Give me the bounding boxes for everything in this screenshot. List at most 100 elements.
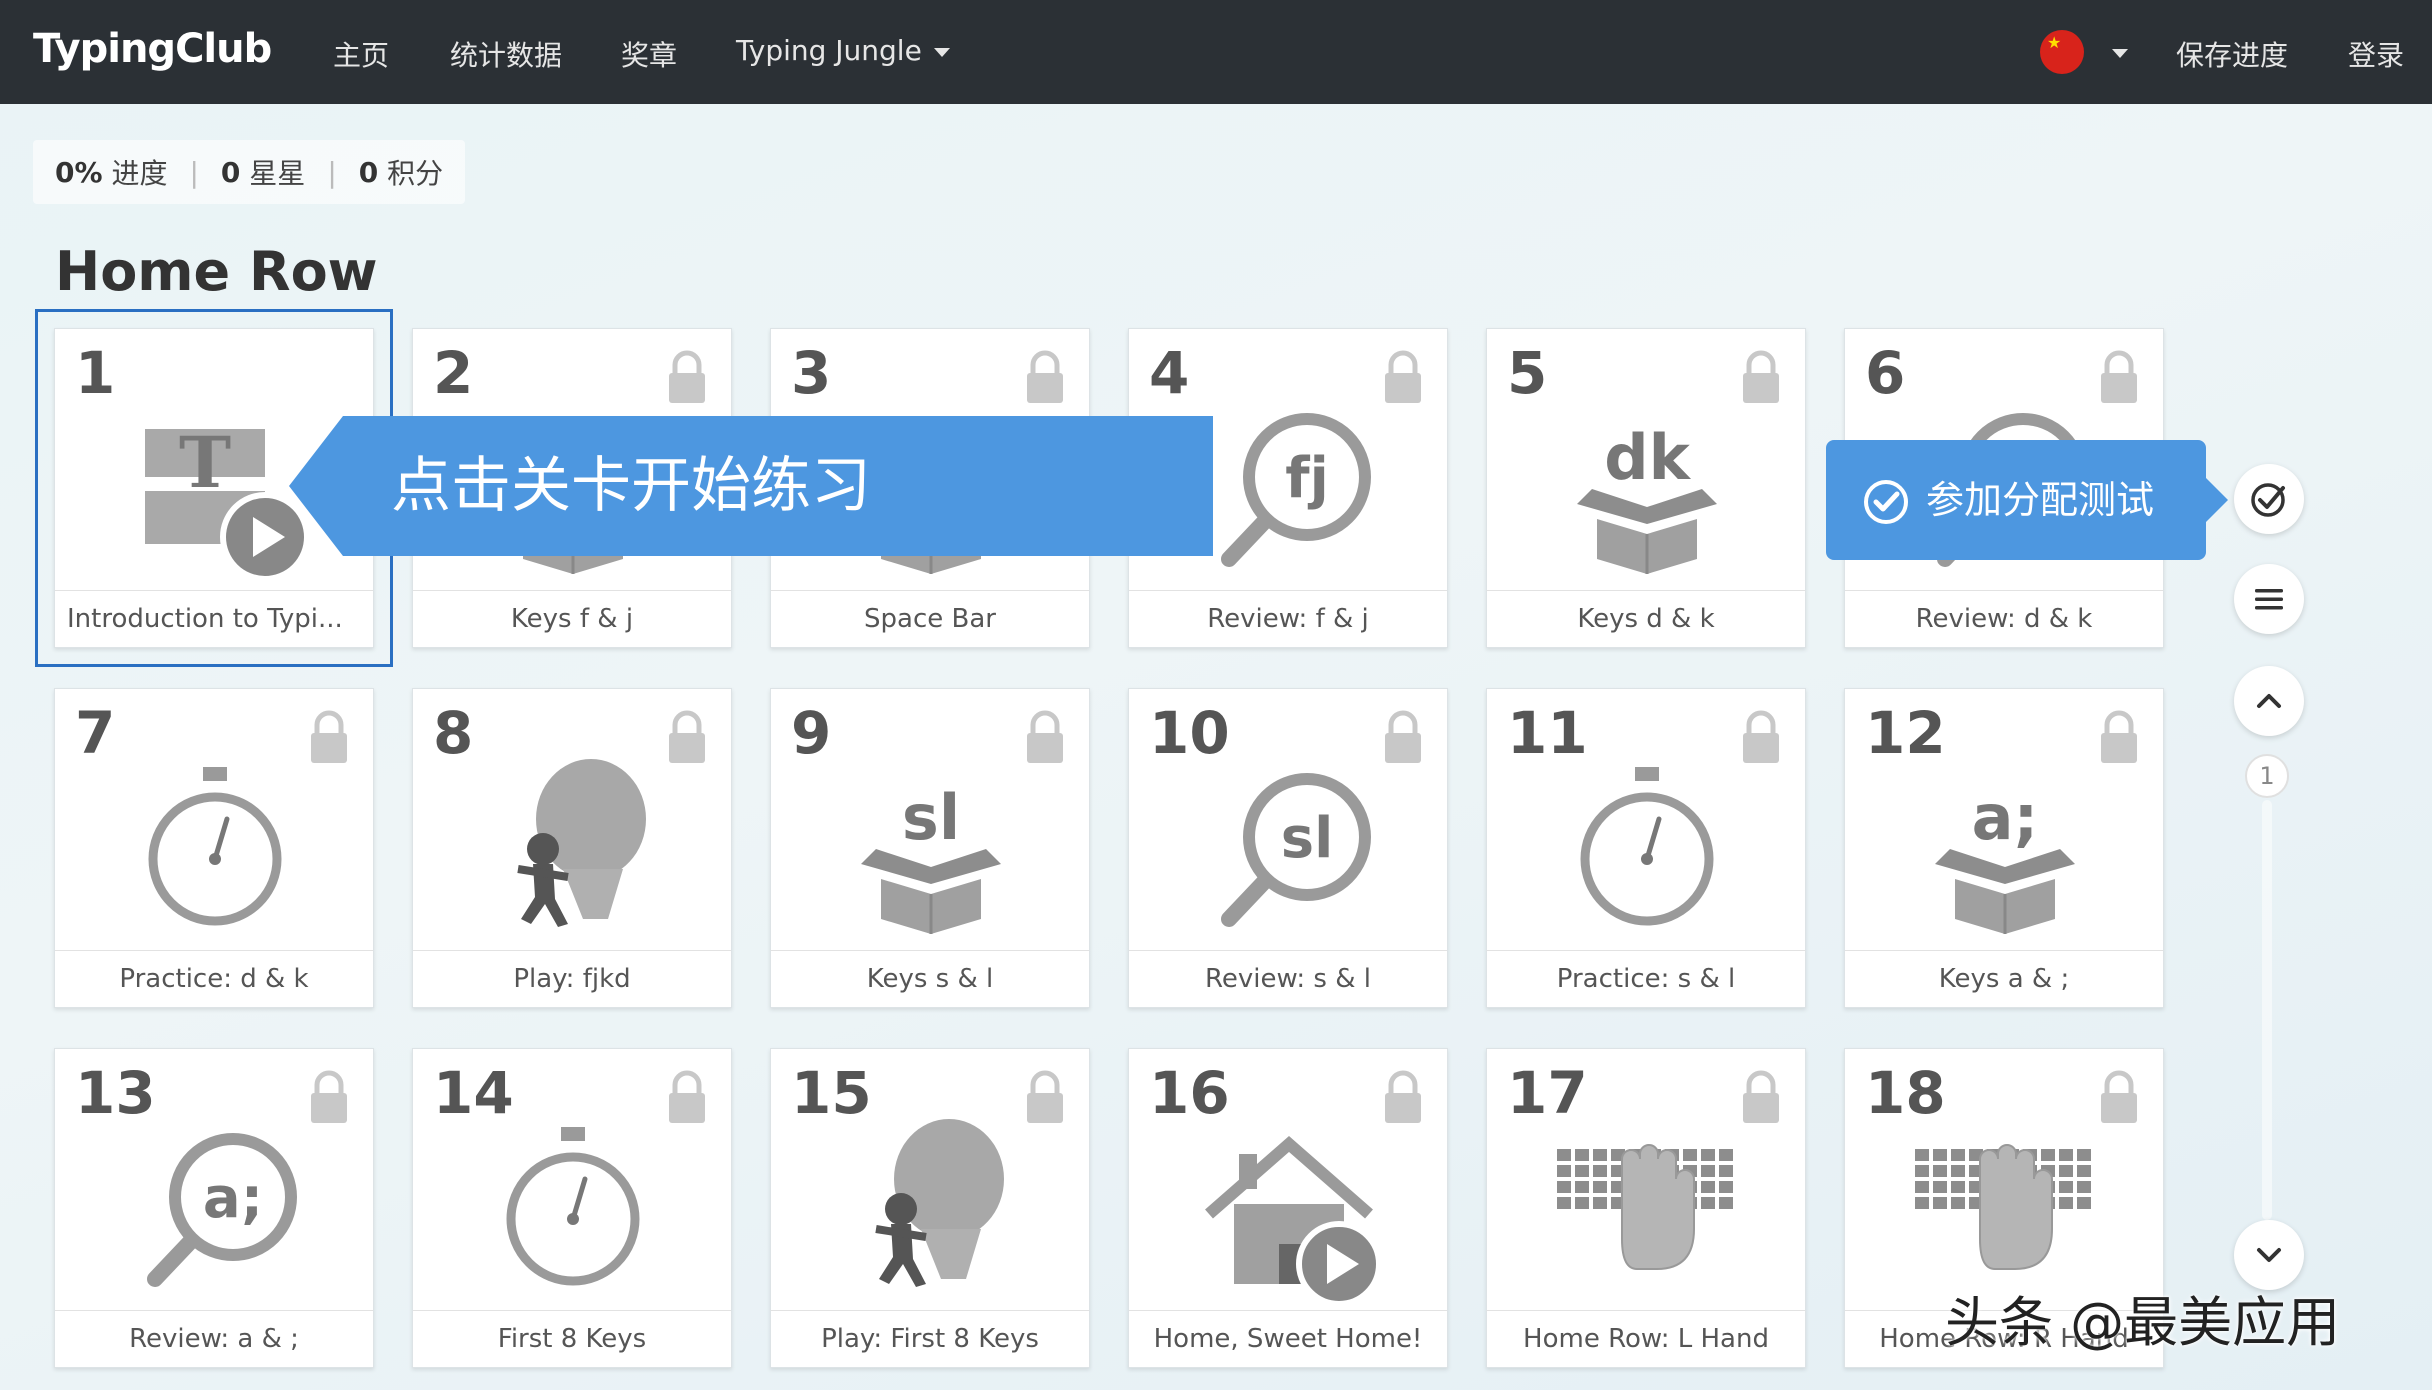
lesson-card[interactable]: 14 First 8 Keys — [412, 1048, 732, 1368]
progress-label: 进度 — [111, 157, 168, 190]
balloon-game-icon — [473, 759, 673, 949]
lesson-title: Play: fjkd — [413, 950, 731, 1007]
chevron-up-icon — [2257, 694, 2281, 708]
magnifier-icon: fj — [1189, 399, 1389, 589]
lesson-card[interactable]: 9 sl Keys s & l — [770, 688, 1090, 1008]
stopwatch-icon — [1547, 759, 1747, 949]
svg-text:dk: dk — [1604, 421, 1691, 494]
stopwatch-icon — [473, 1119, 673, 1309]
lesson-number: 18 — [1865, 1059, 1946, 1127]
lesson-number: 1 — [75, 339, 116, 407]
nav-link-stats[interactable]: 统计数据 — [450, 34, 562, 74]
lock-icon — [2097, 709, 2141, 765]
save-progress-link[interactable]: 保存进度 — [2176, 34, 2288, 74]
lesson-title: Practice: d & k — [55, 950, 373, 1007]
menu-button[interactable] — [2234, 564, 2304, 634]
hamburger-menu-icon — [2255, 589, 2283, 610]
lock-icon — [1381, 709, 1425, 765]
lesson-card[interactable]: 7 Practice: d & k — [54, 688, 374, 1008]
lesson-number: 12 — [1865, 699, 1946, 767]
points-count: 0 — [358, 155, 379, 189]
lesson-card[interactable]: 13 a; Review: a & ; — [54, 1048, 374, 1368]
top-navbar: TypingClub 主页 统计数据 奖章 Typing Jungle ★ 保存… — [0, 0, 2432, 104]
language-chevron-down-icon[interactable] — [2112, 49, 2128, 58]
lesson-number: 13 — [75, 1059, 156, 1127]
language-flag-icon[interactable]: ★ — [2040, 30, 2084, 74]
lesson-number: 14 — [433, 1059, 514, 1127]
lock-icon — [665, 349, 709, 405]
box-icon: a; — [1905, 759, 2105, 949]
magnifier-icon: sl — [1189, 759, 1389, 949]
box-icon: sl — [831, 759, 1031, 949]
lesson-card[interactable]: 8 Play: fjkd — [412, 688, 732, 1008]
stars-label: 星星 — [249, 157, 306, 190]
lesson-card[interactable]: 12 a; Keys a & ; — [1844, 688, 2164, 1008]
balloon-game-icon — [831, 1119, 1031, 1309]
section-title: Home Row — [55, 240, 378, 303]
lesson-card[interactable]: 5 dk Keys d & k — [1486, 328, 1806, 648]
lock-icon — [1381, 1069, 1425, 1125]
lesson-title: Review: s & l — [1129, 950, 1447, 1007]
lesson-number: 5 — [1507, 339, 1548, 407]
lock-icon — [1023, 709, 1067, 765]
lesson-number: 11 — [1507, 699, 1588, 767]
lesson-card[interactable]: 17 Home Row: L Hand — [1486, 1048, 1806, 1368]
svg-text:a;: a; — [203, 1166, 263, 1231]
lock-icon — [1023, 349, 1067, 405]
lesson-title: Home, Sweet Home! — [1129, 1310, 1447, 1367]
lock-icon — [1739, 709, 1783, 765]
box-icon: dk — [1547, 399, 1747, 589]
lock-icon — [1023, 1069, 1067, 1125]
placement-test-button[interactable]: 参加分配测试 — [1826, 440, 2228, 560]
lesson-title: Introduction to Typi... — [55, 590, 373, 647]
lesson-number: 7 — [75, 699, 116, 767]
house-video-icon — [1189, 1119, 1389, 1309]
lesson-number: 17 — [1507, 1059, 1588, 1127]
lesson-title: Practice: s & l — [1487, 950, 1805, 1007]
svg-text:fj: fj — [1285, 446, 1329, 511]
lock-icon — [1739, 1069, 1783, 1125]
lesson-number: 8 — [433, 699, 474, 767]
lesson-title: Review: d & k — [1845, 590, 2163, 647]
scroll-track[interactable] — [2262, 800, 2272, 1220]
lesson-title: Play: First 8 Keys — [771, 1310, 1089, 1367]
nav-link-home[interactable]: 主页 — [333, 34, 389, 74]
lesson-card[interactable]: 16 Home, Sweet Home! — [1128, 1048, 1448, 1368]
lock-icon — [307, 709, 351, 765]
lesson-title: First 8 Keys — [413, 1310, 731, 1367]
nav-link-badges[interactable]: 奖章 — [621, 34, 677, 74]
typing-jungle-label: Typing Jungle — [736, 34, 922, 67]
lesson-card[interactable]: 15 Play: First 8 Keys — [770, 1048, 1090, 1368]
lesson-title: Space Bar — [771, 590, 1089, 647]
lesson-number: 6 — [1865, 339, 1906, 407]
lesson-title: Home Row: L Hand — [1487, 1310, 1805, 1367]
scroll-up-button[interactable] — [2234, 666, 2304, 736]
lesson-number: 3 — [791, 339, 832, 407]
lesson-number: 10 — [1149, 699, 1230, 767]
chevron-down-icon — [2257, 1248, 2281, 1262]
brand-logo[interactable]: TypingClub — [33, 26, 272, 72]
lesson-card[interactable]: 10 sl Review: s & l — [1128, 688, 1448, 1008]
lesson-title: Keys s & l — [771, 950, 1089, 1007]
check-circle-icon — [2251, 483, 2285, 517]
progress-percent: 0% — [55, 155, 103, 189]
lesson-title: Keys a & ; — [1845, 950, 2163, 1007]
login-link[interactable]: 登录 — [2348, 34, 2404, 74]
start-lesson-tooltip: 点击关卡开始练习 — [289, 416, 1213, 556]
lesson-title: Review: f & j — [1129, 590, 1447, 647]
lock-icon — [2097, 1069, 2141, 1125]
typing-jungle-dropdown[interactable]: Typing Jungle — [736, 34, 950, 67]
lesson-number: 4 — [1149, 339, 1190, 407]
divider: | — [189, 155, 199, 189]
lock-icon — [1381, 349, 1425, 405]
divider: | — [327, 155, 337, 189]
placement-test-label: 参加分配测试 — [1926, 478, 2155, 522]
svg-text:sl: sl — [1281, 806, 1334, 871]
lock-icon — [665, 1069, 709, 1125]
lesson-title: Review: a & ; — [55, 1310, 373, 1367]
lock-icon — [2097, 349, 2141, 405]
lesson-card[interactable]: 11 Practice: s & l — [1486, 688, 1806, 1008]
page-indicator[interactable]: 1 — [2245, 754, 2289, 798]
svg-text:T: T — [179, 421, 231, 504]
placement-check-button[interactable] — [2234, 464, 2304, 534]
